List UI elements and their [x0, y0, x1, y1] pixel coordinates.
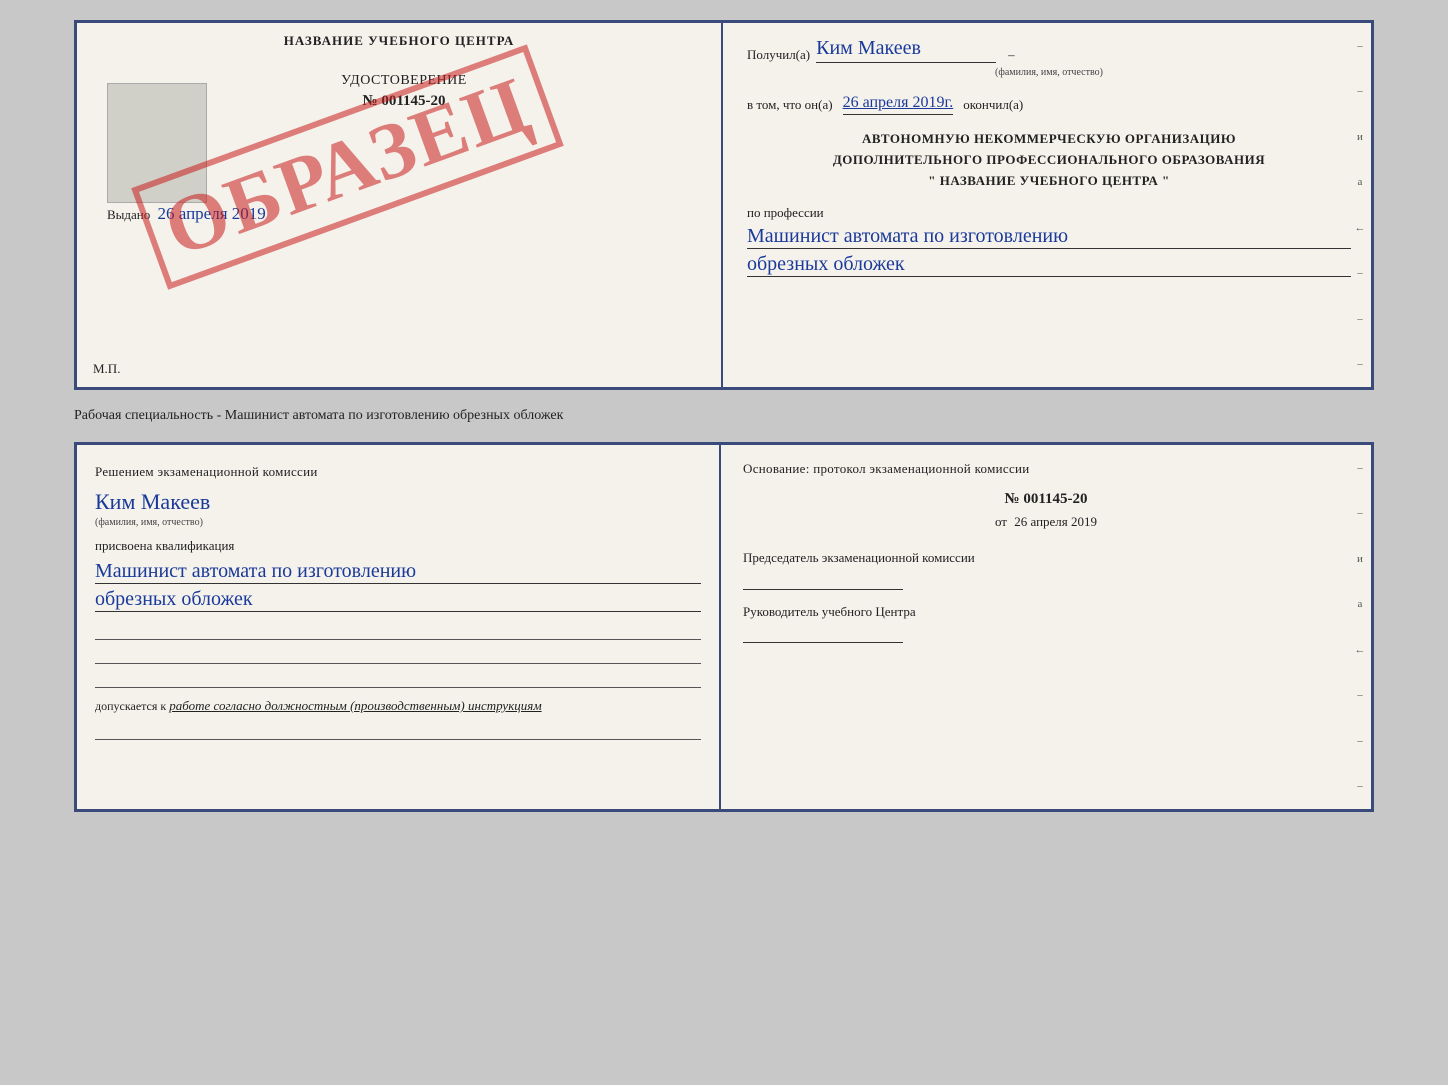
fio-sub-bottom: (фамилия, имя, отчество): [95, 517, 701, 528]
protocol-date: от 26 апреля 2019: [743, 514, 1349, 530]
blank-line-3: [95, 670, 701, 688]
blank-line-1: [95, 622, 701, 640]
chairman-block: Председатель экзаменационной комиссии: [743, 548, 1349, 590]
protocol-date-prefix: от: [995, 514, 1007, 529]
profession-line2: обрезных обложек: [747, 253, 1351, 277]
date-line: в том, что он(а) 26 апреля 2019г. окончи…: [747, 94, 1351, 115]
qual-line2: обрезных обложек: [95, 588, 701, 612]
org-block: АВТОНОМНУЮ НЕКОММЕРЧЕСКУЮ ОРГАНИЗАЦИЮ ДО…: [747, 129, 1351, 191]
mp-label: М.П.: [93, 361, 120, 377]
allowed-text: работе согласно должностным (производств…: [169, 698, 541, 713]
org-line2: ДОПОЛНИТЕЛЬНОГО ПРОФЕССИОНАЛЬНОГО ОБРАЗО…: [747, 150, 1351, 171]
cert-title: УДОСТОВЕРЕНИЕ: [341, 73, 467, 89]
issued-date: 26 апреля 2019: [158, 204, 266, 223]
top-right-panel: Получил(а) Ким Макеев – (фамилия, имя, о…: [722, 20, 1374, 390]
bottom-left-panel: Решением экзаменационной комиссии Ким Ма…: [74, 442, 720, 812]
date-prefix: в том, что он(а): [747, 97, 833, 113]
allowed-work: допускается к работе согласно должностны…: [95, 698, 701, 714]
bottom-right-panel: Основание: протокол экзаменационной коми…: [720, 442, 1374, 812]
cert-date: 26 апреля 2019г.: [843, 94, 954, 115]
cert-number: № 001145-20: [363, 93, 446, 110]
head-block: Руководитель учебного Центра: [743, 602, 1349, 644]
commission-line: Решением экзаменационной комиссии: [95, 461, 701, 483]
protocol-label: Основание: протокол экзаменационной коми…: [743, 461, 1349, 477]
received-line: Получил(а) Ким Макеев –: [747, 37, 1351, 63]
head-title: Руководитель учебного Центра: [743, 602, 1349, 622]
profession-label: по профессии: [747, 205, 1351, 221]
bottom-document: Решением экзаменационной комиссии Ким Ма…: [74, 442, 1374, 812]
protocol-number: № 001145-20: [743, 491, 1349, 508]
chairman-title: Председатель экзаменационной комиссии: [743, 548, 1349, 568]
org-line1: АВТОНОМНУЮ НЕКОММЕРЧЕСКУЮ ОРГАНИЗАЦИЮ: [747, 129, 1351, 150]
qual-line1: Машинист автомата по изготовлению: [95, 560, 701, 584]
date-suffix: окончил(а): [963, 97, 1023, 113]
qual-label: присвоена квалификация: [95, 538, 701, 554]
issued-label: Выдано: [107, 207, 150, 222]
blank-line-2: [95, 646, 701, 664]
received-label: Получил(а): [747, 47, 810, 63]
allowed-label: допускается к: [95, 699, 166, 713]
protocol-date-value: 26 апреля 2019: [1014, 514, 1097, 529]
fio-sub-top: (фамилия, имя, отчество): [747, 67, 1351, 78]
specialty-label: Рабочая специальность - Машинист автомат…: [74, 408, 1374, 424]
edge-marks-right-bottom: – – и а ← – – –: [1351, 445, 1369, 809]
chairman-sig-line: [743, 572, 903, 590]
top-document: НАЗВАНИЕ УЧЕБНОГО ЦЕНТРА УДОСТОВЕРЕНИЕ №…: [74, 20, 1374, 390]
person-name-bottom: Ким Макеев: [95, 489, 701, 515]
org-line3: " НАЗВАНИЕ УЧЕБНОГО ЦЕНТРА ": [747, 171, 1351, 192]
edge-marks-right: – – и а ← – – –: [1351, 23, 1369, 387]
head-sig-line: [743, 625, 903, 643]
received-name: Ким Макеев: [816, 37, 996, 63]
top-left-panel: НАЗВАНИЕ УЧЕБНОГО ЦЕНТРА УДОСТОВЕРЕНИЕ №…: [74, 20, 722, 390]
blank-line-bottom: [95, 722, 701, 740]
profession-line1: Машинист автомата по изготовлению: [747, 225, 1351, 249]
issued-line: Выдано 26 апреля 2019: [107, 204, 701, 224]
school-name-top: НАЗВАНИЕ УЧЕБНОГО ЦЕНТРА: [284, 33, 515, 49]
